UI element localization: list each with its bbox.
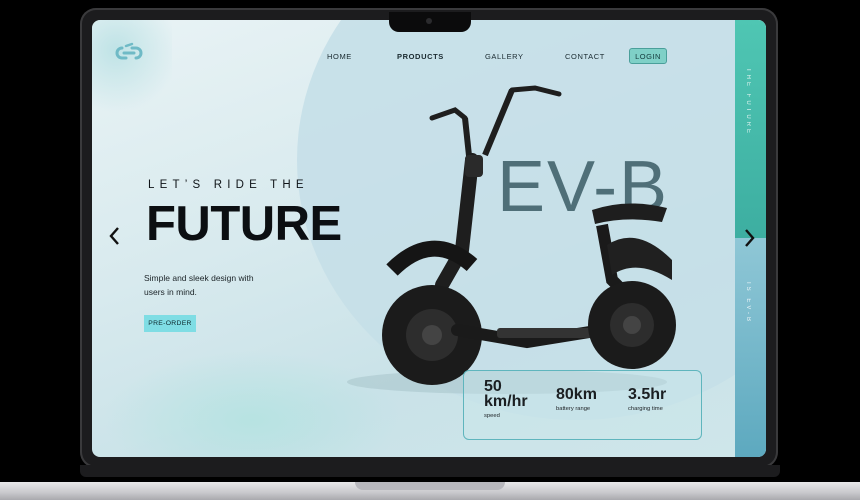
side-text-bottom: IS EV-B <box>745 282 751 325</box>
nav-contact[interactable]: CONTACT <box>565 52 605 61</box>
website-screen: HOME PRODUCTS GALLERY CONTACT LOGIN THE … <box>92 20 766 457</box>
stat-value: 80km <box>556 386 597 403</box>
stat-value: 50 km/hr <box>484 378 528 410</box>
background-glow <box>92 20 172 120</box>
scooter-image <box>347 85 676 394</box>
nav-products[interactable]: PRODUCTS <box>397 52 444 61</box>
stat-charging-time: 3.5hr charging time <box>628 386 667 413</box>
laptop-bezel-bottom <box>80 465 780 477</box>
stat-label: battery range <box>556 406 591 412</box>
stat-label: speed <box>484 413 500 419</box>
hero-headline: FUTURE <box>146 197 342 251</box>
camera-icon <box>426 18 432 24</box>
nav-gallery[interactable]: GALLERY <box>485 52 524 61</box>
hero-description: Simple and sleek design with users in mi… <box>144 273 254 297</box>
stat-label: charging time <box>628 406 663 412</box>
nav-home[interactable]: HOME <box>327 52 352 61</box>
camera-notch <box>389 12 471 32</box>
hero-tagline: LET’S RIDE THE <box>148 179 309 191</box>
stat-battery-range: 80km battery range <box>556 386 597 413</box>
side-text-top: THE FUTURE <box>745 68 751 136</box>
chevron-right-icon[interactable] <box>744 228 756 252</box>
stat-speed: 50 km/hr speed <box>484 378 539 420</box>
pre-order-button[interactable]: PRE-ORDER <box>144 315 196 332</box>
stats-panel: 50 km/hr speed 80km battery range 3.5hr … <box>463 370 702 440</box>
laptop-base-notch <box>355 482 505 490</box>
login-button[interactable]: LOGIN <box>629 48 667 64</box>
chevron-left-icon[interactable] <box>108 226 120 250</box>
side-panel-bottom <box>735 238 766 457</box>
stat-value: 3.5hr <box>628 386 667 403</box>
